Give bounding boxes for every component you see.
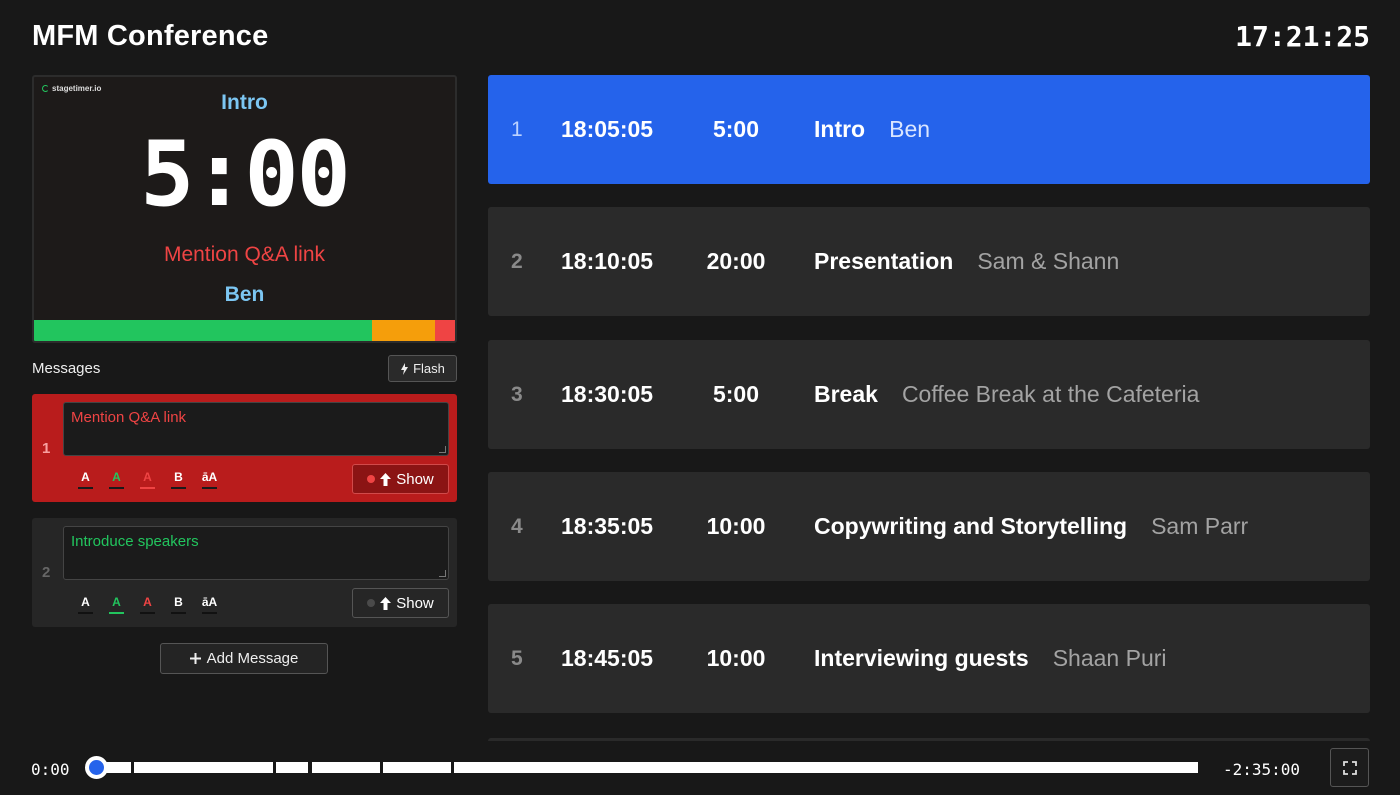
timer-start-time: 18:35:05 <box>561 513 654 539</box>
timeline-segment[interactable] <box>454 762 1198 773</box>
timeline-start-time: 0:00 <box>31 760 70 779</box>
timer-duration: 5:00 <box>712 116 760 142</box>
timer-duration: 10:00 <box>706 645 766 671</box>
message-item[interactable]: 2 Introduce speakers A A A B āA Show <box>32 518 457 627</box>
timer-title: Copywriting and Storytelling <box>814 513 1128 539</box>
timer-title: Presentation <box>814 248 954 274</box>
timeline-segment[interactable] <box>276 762 308 773</box>
message-number: 1 <box>42 440 51 457</box>
timer-number: 4 <box>511 514 523 538</box>
show-message-button[interactable]: Show <box>352 588 449 618</box>
timer-preview[interactable]: stagetimer.io Intro 5:00 Mention Q&A lin… <box>32 75 457 343</box>
live-dot-icon <box>367 475 376 483</box>
preview-countdown: 5:00 <box>140 122 351 227</box>
progress-red-segment <box>435 320 455 341</box>
timer-start-time: 18:10:05 <box>561 248 654 274</box>
resize-handle-icon[interactable] <box>439 570 446 577</box>
timer-speaker: Sam Parr <box>1151 513 1249 539</box>
timer-speaker: Ben <box>889 116 931 142</box>
plus-icon <box>189 653 201 664</box>
preview-progress-bar <box>34 320 455 341</box>
format-green-button[interactable]: A <box>101 470 132 489</box>
app-title: MFM Conference <box>32 20 269 52</box>
add-message-button[interactable]: Add Message <box>160 643 328 674</box>
message-number: 2 <box>42 564 51 581</box>
show-message-button[interactable]: Show <box>352 464 449 494</box>
timer-title: Intro <box>814 116 866 142</box>
timer-duration: 5:00 <box>712 381 760 407</box>
timer-number: 2 <box>511 249 523 273</box>
timer-row[interactable]: 1 18:05:05 5:00 Intro Ben <box>488 75 1370 184</box>
timer-start-time: 18:45:05 <box>561 645 654 671</box>
message-text-field[interactable]: Introduce speakers <box>63 526 449 580</box>
progress-orange-segment <box>372 320 436 341</box>
format-red-button[interactable]: A <box>132 470 163 489</box>
timeline-remaining-time: -2:35:00 <box>1223 760 1301 779</box>
timer-number: 3 <box>511 382 523 406</box>
message-format-toolbar: A A A B āA <box>70 470 225 489</box>
message-text: Mention Q&A link <box>71 409 187 426</box>
format-red-button[interactable]: A <box>132 595 163 614</box>
timer-start-time: 18:05:05 <box>561 116 654 142</box>
message-text-field[interactable]: Mention Q&A link <box>63 402 449 456</box>
show-label: Show <box>396 470 434 488</box>
timeline-segment[interactable] <box>312 762 380 773</box>
message-format-toolbar: A A A B āA <box>70 595 225 614</box>
format-bold-button[interactable]: B <box>163 470 194 489</box>
format-white-button[interactable]: A <box>70 595 101 614</box>
format-case-button[interactable]: āA <box>194 470 225 489</box>
timer-duration: 10:00 <box>706 513 766 539</box>
timer-start-time: 18:30:05 <box>561 381 654 407</box>
show-label: Show <box>396 594 434 612</box>
timer-row[interactable]: 4 18:35:05 10:00 Copywriting and Storyte… <box>488 472 1370 581</box>
flash-label: Flash <box>413 361 445 376</box>
timer-speaker: Coffee Break at the Cafeteria <box>901 381 1200 407</box>
format-white-button[interactable]: A <box>70 470 101 489</box>
flash-button[interactable]: Flash <box>388 355 457 382</box>
timer-speaker: Shaan Puri <box>1052 645 1167 671</box>
timer-row[interactable]: 2 18:10:05 20:00 Presentation Sam & Shan… <box>488 207 1370 316</box>
format-green-button[interactable]: A <box>101 595 132 614</box>
fullscreen-icon <box>1342 760 1357 775</box>
timeline-track[interactable] <box>95 762 1198 773</box>
timer-row[interactable]: 3 18:30:05 5:00 Break Coffee Break at th… <box>488 340 1370 449</box>
timer-title: Break <box>814 381 878 407</box>
timer-row[interactable]: 5 18:45:05 10:00 Interviewing guests Sha… <box>488 604 1370 713</box>
preview-message: Mention Q&A link <box>163 243 326 266</box>
fullscreen-button[interactable] <box>1330 748 1369 787</box>
timer-row-partial <box>488 738 1370 741</box>
arrow-up-icon <box>380 596 392 610</box>
add-message-label: Add Message <box>206 650 299 667</box>
arrow-up-icon <box>380 472 392 486</box>
message-item[interactable]: 1 Mention Q&A link A A A B āA Show <box>32 394 457 502</box>
live-dot-icon <box>367 599 376 607</box>
resize-handle-icon[interactable] <box>439 446 446 453</box>
timer-title: Interviewing guests <box>814 645 1029 671</box>
format-case-button[interactable]: āA <box>194 595 225 614</box>
timer-duration: 20:00 <box>706 248 766 274</box>
preview-speaker: Ben <box>224 283 265 306</box>
format-bold-button[interactable]: B <box>163 595 194 614</box>
timer-speaker: Sam & Shann <box>977 248 1120 274</box>
timeline-segment[interactable] <box>134 762 273 773</box>
timeline-playhead[interactable] <box>85 756 108 779</box>
timer-number: 5 <box>511 646 523 670</box>
lightning-icon <box>401 362 409 375</box>
message-text: Introduce speakers <box>71 533 199 550</box>
messages-label: Messages <box>32 360 101 377</box>
timer-number: 1 <box>511 117 523 141</box>
current-clock: 17:21:25 <box>1235 20 1370 53</box>
progress-green-segment <box>34 320 373 341</box>
timeline-segment[interactable] <box>383 762 451 773</box>
preview-title: Intro <box>221 91 268 114</box>
